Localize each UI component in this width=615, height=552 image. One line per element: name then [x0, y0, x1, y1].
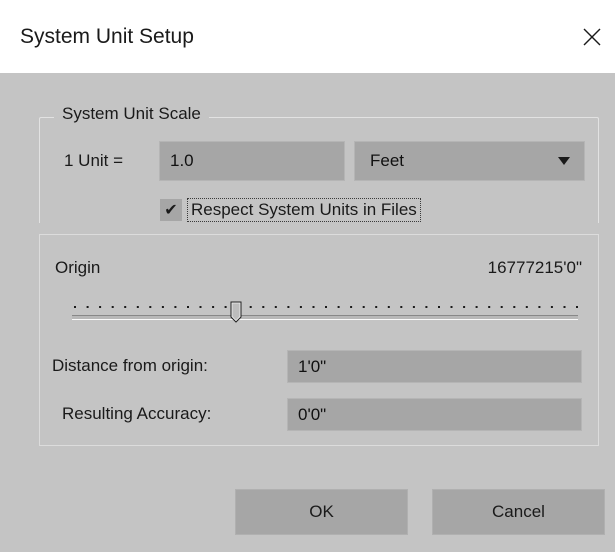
slider-tick: [199, 306, 202, 308]
respect-system-units-option[interactable]: ✔ Respect System Units in Files: [160, 196, 421, 224]
slider-track: [72, 315, 578, 320]
slider-tick: [99, 306, 102, 308]
slider-tick: [274, 306, 277, 308]
slider-tick: [262, 306, 265, 308]
slider-tick: [74, 306, 76, 308]
slider-tick: [212, 306, 215, 308]
distance-from-origin-label: Distance from origin:: [52, 356, 208, 375]
slider-tick: [450, 306, 453, 308]
slider-tick: [500, 306, 503, 308]
close-button[interactable]: [569, 17, 615, 57]
origin-label: Origin: [55, 258, 101, 277]
slider-tick: [475, 306, 478, 308]
respect-system-units-checkbox[interactable]: ✔: [160, 199, 182, 221]
slider-tick: [249, 306, 252, 308]
close-icon: [583, 28, 601, 46]
slider-tick: [287, 306, 290, 308]
slider-tick: [576, 306, 578, 308]
slider-tick: [563, 306, 566, 308]
origin-value: 16777215'0": [487, 258, 582, 277]
resulting-accuracy-label: Resulting Accuracy:: [62, 404, 212, 423]
slider-tick: [463, 306, 466, 308]
origin-slider[interactable]: [72, 296, 578, 328]
slider-thumb[interactable]: [230, 301, 242, 323]
distance-from-origin-field: 1'0": [287, 350, 582, 383]
slider-tick: [488, 306, 491, 308]
slider-tick: [325, 306, 327, 308]
checkmark-icon: ✔: [164, 202, 178, 219]
unit-type-dropdown[interactable]: Feet: [354, 141, 585, 181]
slider-ticks: [74, 306, 578, 308]
slider-tick: [187, 306, 189, 308]
slider-tick: [375, 306, 378, 308]
unit-type-value: Feet: [370, 151, 405, 170]
system-unit-setup-dialog: System Unit Setup System Unit Scale 1 Un…: [0, 0, 615, 552]
dialog-title: System Unit Setup: [20, 25, 194, 48]
slider-tick: [136, 306, 139, 308]
slider-tick: [550, 306, 553, 308]
chevron-down-icon: [558, 157, 570, 165]
slider-tick: [513, 306, 516, 308]
slider-tick: [387, 306, 390, 308]
slider-tick: [161, 306, 164, 308]
cancel-button-label: Cancel: [492, 502, 545, 521]
resulting-accuracy-value: 0'0": [298, 404, 327, 424]
cancel-button[interactable]: Cancel: [432, 489, 605, 535]
slider-tick: [337, 306, 340, 308]
ok-button[interactable]: OK: [235, 489, 408, 535]
unit-scale-input[interactable]: 1.0: [159, 141, 345, 181]
distance-from-origin-value: 1'0": [298, 356, 327, 376]
respect-system-units-label: Respect System Units in Files: [187, 198, 421, 222]
slider-tick: [362, 306, 365, 308]
slider-tick: [149, 306, 152, 308]
slider-tick: [86, 306, 89, 308]
system-unit-scale-label: System Unit Scale: [54, 104, 209, 124]
slider-tick: [438, 306, 440, 308]
slider-tick: [400, 306, 403, 308]
unit-label: 1 Unit =: [64, 151, 124, 170]
slider-tick: [174, 306, 177, 308]
ok-button-label: OK: [309, 502, 334, 521]
slider-tick: [224, 306, 227, 308]
slider-tick: [412, 306, 415, 308]
slider-tick: [299, 306, 302, 308]
slider-tick: [525, 306, 528, 308]
slider-tick: [124, 306, 127, 308]
resulting-accuracy-field: 0'0": [287, 398, 582, 431]
slider-tick: [425, 306, 428, 308]
slider-tick: [350, 306, 353, 308]
title-bar: System Unit Setup: [0, 0, 615, 73]
slider-tick: [312, 306, 315, 308]
slider-tick: [111, 306, 114, 308]
unit-scale-value: 1.0: [170, 151, 194, 170]
slider-tick: [538, 306, 541, 308]
